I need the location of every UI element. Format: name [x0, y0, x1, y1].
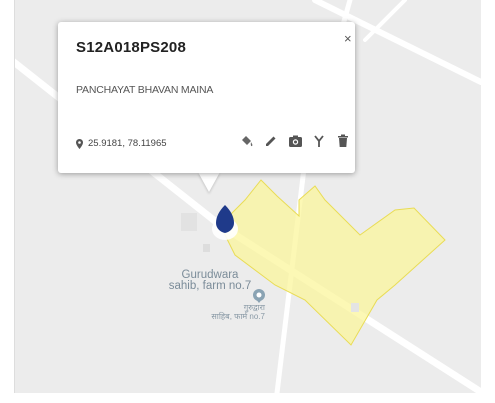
edit-button[interactable]	[262, 132, 280, 150]
close-button[interactable]: ×	[344, 32, 352, 45]
trash-icon	[338, 134, 348, 147]
paint-bucket-icon	[242, 136, 253, 147]
coordinates-text: 25.9181, 78.11965	[88, 138, 167, 149]
place-label-line2: sahib, farm no.7	[168, 280, 252, 292]
pin-icon	[76, 138, 83, 149]
building-block	[351, 303, 359, 312]
popup-toolbar	[238, 130, 352, 152]
building-block	[203, 244, 210, 252]
popup-description: PANCHAYAT BHAVAN MAINA	[76, 84, 214, 96]
location-marker[interactable]	[210, 203, 240, 241]
popup-tail	[198, 172, 220, 192]
add-photo-button[interactable]	[286, 132, 304, 150]
delete-button[interactable]	[334, 132, 352, 150]
place-label-hindi-line1: गुरुद्वारा	[243, 303, 265, 312]
info-popup: S12A018PS208 × PANCHAYAT BHAVAN MAINA 25…	[58, 22, 355, 173]
fill-color-button[interactable]	[238, 132, 256, 150]
building-block	[181, 213, 197, 231]
popup-coordinates: 25.9181, 78.11965	[76, 138, 167, 149]
camera-icon	[288, 135, 302, 147]
screenshot-frame: Gurudwara sahib, farm no.7 गुरुद्वारा सा…	[0, 0, 495, 403]
place-label[interactable]: Gurudwara sahib, farm no.7	[155, 269, 265, 292]
place-label-hindi-line2: साहिब, फार्म no.7	[211, 312, 265, 321]
pencil-icon	[266, 136, 276, 146]
branch-icon	[314, 135, 324, 147]
place-label-hindi: गुरुद्वारा साहिब, फार्म no.7	[205, 303, 265, 321]
style-button[interactable]	[310, 132, 328, 150]
popup-title: S12A018PS208	[76, 39, 186, 56]
